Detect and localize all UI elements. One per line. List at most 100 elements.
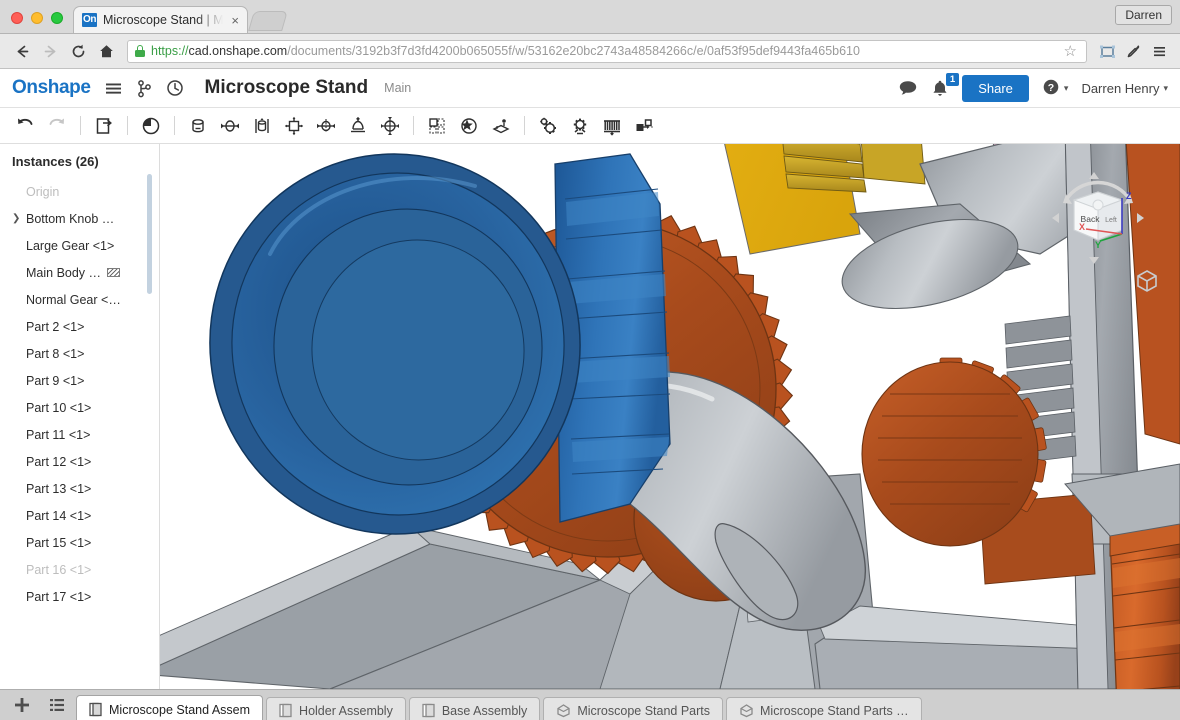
list-item-main-body[interactable]: Main Body …: [0, 259, 159, 286]
toolbar-divider: [413, 116, 414, 135]
close-window-button[interactable]: [11, 12, 23, 24]
minimize-window-button[interactable]: [31, 12, 43, 24]
part-studio-icon: [739, 703, 754, 718]
slider-mate-icon[interactable]: [247, 112, 277, 140]
sidebar-scrollbar[interactable]: [147, 174, 152, 294]
redo-button[interactable]: [42, 112, 72, 140]
url-host: cad.onshape.com: [189, 44, 288, 58]
user-name-label: Darren Henry: [1081, 81, 1159, 96]
back-arrow-icon[interactable]: [9, 38, 35, 64]
branch-icon[interactable]: [136, 79, 153, 98]
list-item[interactable]: Part 12 <1>: [0, 448, 159, 475]
instance-label: Large Gear <1>: [26, 239, 114, 253]
cad-viewport[interactable]: Back Left Z Y X: [160, 144, 1180, 689]
tab-label: Microscope Stand Parts …: [760, 704, 909, 718]
comment-bubble-icon[interactable]: [898, 79, 918, 97]
maximize-window-button[interactable]: [51, 12, 63, 24]
reload-icon[interactable]: [65, 38, 91, 64]
hamburger-menu-icon[interactable]: [104, 79, 123, 98]
instance-label: Part 9 <1>: [26, 374, 84, 388]
browser-tab[interactable]: On Microscope Stand | Micros ×: [73, 6, 248, 33]
pin-slot-mate-icon[interactable]: [343, 112, 373, 140]
list-item[interactable]: Part 8 <1>: [0, 340, 159, 367]
assembly-icon: [422, 703, 436, 718]
fastened-mate-icon[interactable]: [183, 112, 213, 140]
bookmark-star-icon[interactable]: ☆: [1064, 42, 1079, 60]
ball-mate-icon[interactable]: [375, 112, 405, 140]
spur-gear-icon[interactable]: [533, 112, 563, 140]
cad-model-render: [160, 144, 1180, 689]
list-item-bottom-knob[interactable]: ❯Bottom Knob …: [0, 205, 159, 232]
forward-arrow-icon[interactable]: [37, 38, 63, 64]
tab-label: Holder Assembly: [299, 704, 393, 718]
chevron-right-icon[interactable]: ❯: [12, 213, 20, 224]
list-item[interactable]: Part 10 <1>: [0, 394, 159, 421]
tab-label: Base Assembly: [442, 704, 527, 718]
list-item-large-gear[interactable]: Large Gear <1>: [0, 232, 159, 259]
home-icon[interactable]: [93, 38, 119, 64]
list-item[interactable]: Part 14 <1>: [0, 502, 159, 529]
instance-label: Part 2 <1>: [26, 320, 84, 334]
replicate-icon[interactable]: [486, 112, 516, 140]
planar-mate-icon[interactable]: [279, 112, 309, 140]
onshape-favicon: On: [82, 13, 97, 27]
pie-clock-icon[interactable]: [136, 112, 166, 140]
tab-base-assembly[interactable]: Base Assembly: [409, 697, 540, 720]
new-tab-button[interactable]: [248, 11, 288, 31]
revolute-mate-icon[interactable]: [215, 112, 245, 140]
element-tab-bar: Microscope Stand Assem Holder Assembly B…: [0, 689, 1180, 720]
list-item-origin[interactable]: Origin: [0, 178, 159, 205]
instances-list: Origin ❯Bottom Knob … Large Gear <1> Mai…: [0, 178, 159, 610]
chevron-down-icon: ▾: [1163, 83, 1168, 94]
tab-microscope-stand-parts[interactable]: Microscope Stand Parts: [543, 697, 723, 720]
instance-label: Part 16 <1>: [26, 563, 91, 577]
workspace-label[interactable]: Main: [384, 81, 411, 95]
tab-label: Microscope Stand Parts: [577, 704, 710, 718]
assembly-toolbar: [0, 108, 1180, 144]
add-tab-button[interactable]: [6, 691, 38, 720]
list-item[interactable]: Part 2 <1>: [0, 313, 159, 340]
screenshot-icon[interactable]: [1095, 43, 1119, 60]
sidebar-fade: [0, 673, 159, 689]
rack-gear-icon[interactable]: [597, 112, 627, 140]
instances-heading: Instances (26): [0, 144, 159, 178]
part-studio-icon: [556, 703, 571, 718]
tab-microscope-stand-parts-2[interactable]: Microscope Stand Parts …: [726, 697, 922, 720]
browser-tab-title: Microscope Stand | Micros: [103, 13, 223, 27]
fixed-instance-icon: [107, 268, 120, 277]
cylindrical-mate-icon[interactable]: [311, 112, 341, 140]
lock-icon: [135, 45, 145, 57]
help-menu[interactable]: ? ▾: [1042, 78, 1069, 99]
belt-drive-icon[interactable]: [629, 112, 659, 140]
user-menu[interactable]: Darren Henry ▾: [1081, 81, 1168, 96]
notification-bell[interactable]: 1: [931, 79, 949, 98]
list-item[interactable]: Part 11 <1>: [0, 421, 159, 448]
isometric-view-icon[interactable]: [1134, 268, 1160, 294]
onshape-app-header: Onshape Microscope Stand Main 1 Share ? …: [0, 69, 1180, 108]
tab-microscope-stand-assem[interactable]: Microscope Stand Assem: [76, 695, 263, 720]
pattern-icon[interactable]: [422, 112, 452, 140]
bevel-gear-icon[interactable]: [565, 112, 595, 140]
onshape-logo[interactable]: Onshape: [12, 77, 91, 99]
svg-text:?: ?: [1048, 82, 1054, 94]
instance-label: Part 10 <1>: [26, 401, 91, 415]
list-item-hidden[interactable]: Part 16 <1>: [0, 556, 159, 583]
list-item[interactable]: Part 17 <1>: [0, 583, 159, 610]
insert-part-icon[interactable]: [89, 112, 119, 140]
list-item[interactable]: Part 15 <1>: [0, 529, 159, 556]
list-item[interactable]: Part 9 <1>: [0, 367, 159, 394]
tab-holder-assembly[interactable]: Holder Assembly: [266, 697, 406, 720]
browser-menu-icon[interactable]: [1147, 43, 1171, 60]
list-item-normal-gear[interactable]: Normal Gear <…: [0, 286, 159, 313]
share-button[interactable]: Share: [962, 75, 1029, 102]
undo-button[interactable]: [10, 112, 40, 140]
group-star-icon[interactable]: [454, 112, 484, 140]
window-traffic-lights: [0, 12, 73, 33]
list-item[interactable]: Part 13 <1>: [0, 475, 159, 502]
tab-list-icon[interactable]: [41, 691, 73, 720]
url-bar[interactable]: https://cad.onshape.com/documents/3192b3…: [127, 40, 1087, 63]
history-clock-icon[interactable]: [166, 79, 184, 97]
browser-profile-button[interactable]: Darren: [1115, 5, 1172, 25]
close-icon[interactable]: ×: [229, 13, 241, 28]
eyedropper-icon[interactable]: [1121, 43, 1145, 60]
